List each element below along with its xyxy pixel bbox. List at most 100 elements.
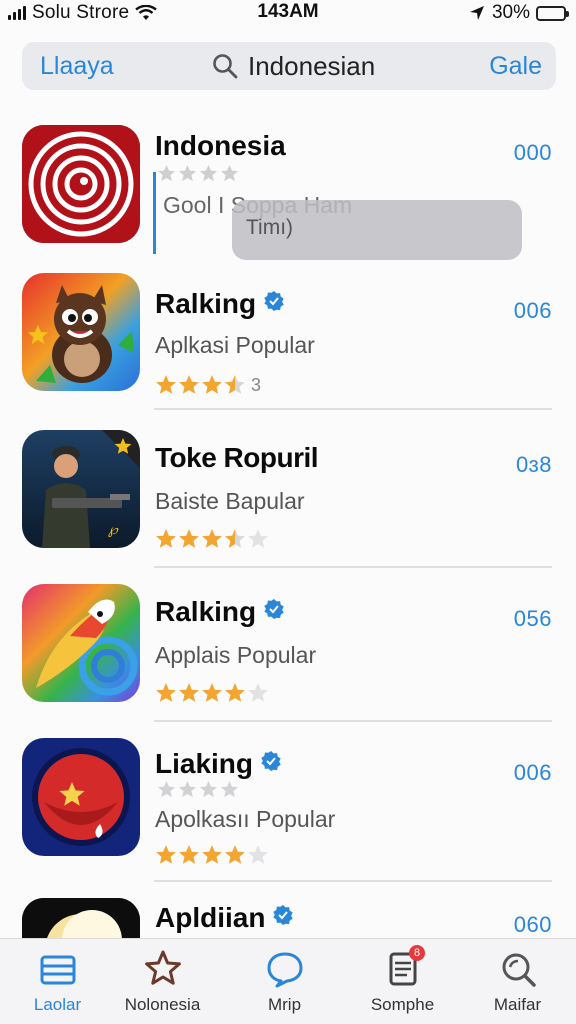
app-subtitle: Baiste Bapular: [155, 488, 305, 514]
status-left: Solu Strore: [8, 0, 157, 26]
app-name-text: Ralking: [155, 596, 257, 627]
tab-bar: Laolar Nolonesia Mrip 8 Somphe Maifar: [0, 938, 576, 1024]
app-name: Liaking: [155, 748, 281, 780]
app-subtitle: Aplkasi Popular: [155, 332, 315, 358]
star-rating: [155, 682, 269, 704]
location-icon: [469, 6, 484, 20]
list-item[interactable]: Ralking 056 Applais Popular: [0, 570, 576, 724]
tab-maifar[interactable]: Maifar: [460, 939, 575, 1024]
search-input[interactable]: [248, 50, 468, 82]
app-name: Indonesia: [155, 130, 286, 161]
app-code: 000: [513, 140, 552, 165]
list-item[interactable]: Liaking 006 Apolkasıı Popular: [0, 724, 576, 884]
app-code: 056: [513, 606, 552, 631]
app-subtitle: Applais Popular: [155, 642, 317, 668]
search-field[interactable]: [212, 42, 468, 90]
star-icon: [179, 375, 199, 394]
header-left-link[interactable]: Llaaya: [40, 42, 114, 90]
empty-star-icon: [248, 683, 268, 702]
search-icon: [502, 953, 536, 987]
tab-somphe[interactable]: 8 Somphe: [345, 939, 460, 1024]
row-divider: [154, 566, 552, 568]
svg-text:℘: ℘: [108, 522, 119, 538]
half-star-icon: [225, 529, 245, 548]
tab-label: Somphe: [370, 995, 435, 1014]
carrier-name: Solu Strore: [32, 2, 130, 23]
star-icon: [225, 683, 245, 702]
verified-badge-icon: [264, 599, 284, 619]
tab-nolonesia[interactable]: Nolonesia: [105, 939, 220, 1024]
tab-label: Nolonesia: [124, 995, 201, 1014]
status-bar: Solu Strore 143AM 30%: [0, 0, 576, 26]
app-code: 0ɜ8: [515, 452, 552, 477]
verified-badge-icon: [264, 291, 284, 311]
app-name: Ralking: [155, 288, 284, 320]
star-icon: [156, 529, 176, 548]
star-icon: [202, 529, 222, 548]
app-name: Apldiian: [155, 902, 294, 934]
app-name: Ralking: [155, 596, 284, 628]
star-icon: [225, 845, 245, 864]
star-icon: [156, 683, 176, 702]
star-rating: [155, 528, 269, 550]
verified-badge-icon: [273, 905, 294, 925]
list-icon: [40, 955, 75, 985]
app-icon-moon: [22, 898, 140, 938]
rating-count: 3: [251, 374, 262, 395]
list-item[interactable]: Ralking 006 Aplkasi Popular 3: [0, 262, 576, 416]
app-name: Toke Ropuril: [155, 442, 319, 473]
app-code: 006: [513, 760, 552, 785]
chat-icon: [267, 952, 302, 988]
app-icon-creature: [22, 273, 140, 391]
star-icon: [179, 845, 199, 864]
app-store-screen: Solu Strore 143AM 30% Llaaya Gale: [0, 0, 576, 1024]
rating-placeholder: [157, 780, 239, 799]
popup-text: Timı): [246, 216, 294, 239]
battery-percent: 30%: [491, 2, 530, 23]
list-item[interactable]: Apldiian 060: [0, 884, 576, 938]
empty-star-icon: [248, 529, 268, 548]
status-right: 30%: [468, 0, 569, 26]
star-icon: [179, 683, 199, 702]
search-header: Llaaya Gale: [22, 42, 556, 90]
tab-label: Laolar: [33, 995, 82, 1014]
tooltip-popup: Timı): [232, 200, 522, 260]
verified-badge-icon: [261, 751, 281, 771]
text-cursor: [153, 172, 156, 254]
star-icon: [156, 845, 176, 864]
star-rating: 3: [155, 374, 261, 396]
app-name-text: Liaking: [155, 748, 254, 779]
app-name-text: Ralking: [155, 288, 257, 319]
row-divider: [154, 720, 552, 722]
header-right-link[interactable]: Gale: [489, 42, 542, 90]
tab-laolar[interactable]: Laolar: [0, 939, 115, 1024]
signal-icon: [8, 6, 26, 20]
app-icon-star-globe: [22, 738, 140, 856]
search-icon: [213, 54, 238, 79]
app-icon-rainbow: [22, 584, 140, 702]
tab-label: Maifar: [493, 995, 542, 1014]
star-rating: [155, 844, 269, 866]
app-subtitle: Apolkasıı Popular: [155, 806, 336, 832]
empty-star-icon: [248, 845, 268, 864]
star-icon: [179, 529, 199, 548]
list-item[interactable]: ℘ Toke Ropuril 0ɜ8 Baiste Bapular: [0, 416, 576, 570]
app-icon-spiral: [22, 125, 140, 243]
star-icon: [156, 375, 176, 394]
star-icon: [202, 375, 222, 394]
half-star-icon: [225, 375, 245, 394]
star-icon: [144, 950, 181, 985]
star-icon: [202, 683, 222, 702]
row-divider: [154, 408, 552, 410]
row-divider: [154, 880, 552, 882]
tab-mrip[interactable]: Mrip: [227, 939, 342, 1024]
battery-icon: [536, 5, 569, 21]
app-code: 060: [513, 912, 552, 937]
wifi-icon: [135, 5, 157, 20]
rating-placeholder: [157, 164, 239, 183]
app-icon-soldier: ℘: [22, 430, 140, 548]
notification-badge: 8: [409, 945, 425, 961]
app-name-text: Apldiian: [155, 902, 266, 933]
star-icon: [202, 845, 222, 864]
app-code: 006: [513, 298, 552, 323]
